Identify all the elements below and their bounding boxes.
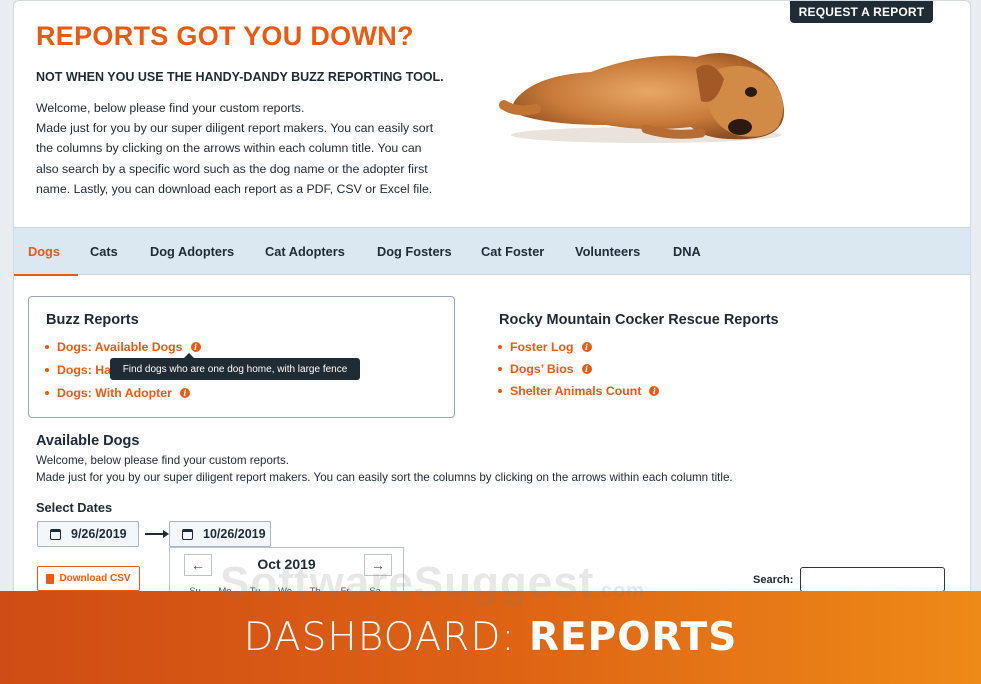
intro-line: Welcome, below please find your custom r… [36,101,305,115]
intro-line: the columns by clicking on the arrows wi… [36,141,422,156]
info-icon[interactable]: i [649,386,660,396]
calendar-icon [182,528,193,540]
tab-dog-fosters[interactable]: Dog Fosters [377,228,452,275]
tab-dog-adopters[interactable]: Dog Adopters [150,228,234,275]
end-date-field[interactable]: 10/26/2019 [169,521,271,547]
report-link-label: Dogs’ Bios [510,362,574,376]
report-link-label: Shelter Animals Count [510,384,642,398]
report-link-label: Dogs: Available Dogs [57,340,183,354]
bullet [498,367,502,371]
page-title: REPORTS GOT YOU DOWN? [36,21,414,51]
report-link-foster-log[interactable]: Foster Log i [498,340,592,354]
intro-line: Made just for you by our super diligent … [36,121,434,136]
report-link-dogs-bios[interactable]: Dogs’ Bios i [498,362,592,376]
tab-cats[interactable]: Cats [90,228,118,275]
watermark: SoftwareSuggest.com [220,558,645,608]
file-icon [46,573,55,584]
dog-photo [499,53,785,143]
page-subtitle: NOT WHEN YOU USE THE HANDY-DANDY BUZZ RE… [36,70,444,84]
prev-month-button[interactable]: ← [184,554,212,576]
tab-cat-foster[interactable]: Cat Foster [481,228,544,275]
banner-text: DASHBOARD: REPORTS [244,615,738,660]
report-link-available-dogs[interactable]: Dogs: Available Dogs i [45,340,201,354]
report-link-label: Dogs: Ha [57,363,111,377]
search-input[interactable] [800,567,945,592]
info-icon[interactable]: i [581,342,592,352]
buzz-reports-title: Buzz Reports [46,312,139,328]
info-icon[interactable]: i [190,342,201,352]
report-link-label: Dogs: With Adopter [57,386,172,400]
report-link-label: Foster Log [510,340,574,354]
info-icon[interactable]: i [581,364,592,374]
tab-dna[interactable]: DNA [673,228,701,275]
tab-volunteers[interactable]: Volunteers [575,228,640,275]
start-date-value: 9/26/2019 [71,527,127,541]
intro-line: also search by a specific word such as t… [36,161,428,176]
available-dogs-text: Welcome, below please find your custom r… [36,453,733,486]
text-line: Welcome, below please find your custom r… [36,454,290,467]
arrow-right-icon [145,530,169,537]
bullet [498,389,502,393]
download-csv-button[interactable]: Download CSV [37,566,140,591]
info-tooltip: Find dogs who are one dog home, with lar… [110,353,360,380]
rocky-reports-title: Rocky Mountain Cocker Rescue Reports [499,312,779,328]
bullet [45,391,49,395]
report-link-shelter-animals[interactable]: Shelter Animals Count i [498,384,660,398]
calendar-icon [50,528,61,540]
banner-light: DASHBOARD: [243,615,529,660]
report-tabs: Dogs Cats Dog Adopters Cat Adopters Dog … [14,227,970,276]
bullet [45,368,49,372]
download-csv-label: Download CSV [59,573,131,584]
info-icon[interactable]: i [179,388,190,398]
report-link-with-adopter[interactable]: Dogs: With Adopter i [45,386,190,400]
tab-cat-adopters[interactable]: Cat Adopters [265,228,345,275]
intro-text: Welcome, below please find your custom r… [36,98,476,199]
start-date-field[interactable]: 9/26/2019 [37,521,139,547]
report-link-dogs-ha[interactable]: Dogs: Ha [45,363,111,377]
available-dogs-title: Available Dogs [36,433,140,449]
select-dates-label: Select Dates [36,500,113,515]
request-report-button[interactable]: REQUEST A REPORT [790,1,933,23]
end-date-value: 10/26/2019 [203,527,266,541]
text-line: Made just for you by our super diligent … [36,470,733,484]
intro-line: name. Lastly, you can download each repo… [36,181,433,196]
watermark-main: SoftwareSuggest [220,558,595,607]
bullet [45,345,49,349]
tab-dogs[interactable]: Dogs [14,228,78,276]
watermark-suffix: .com [594,580,646,602]
banner-bold: REPORTS [528,615,738,660]
search-label: Search: [753,574,794,586]
bullet [498,345,502,349]
arrow-left-icon: ← [191,557,205,573]
